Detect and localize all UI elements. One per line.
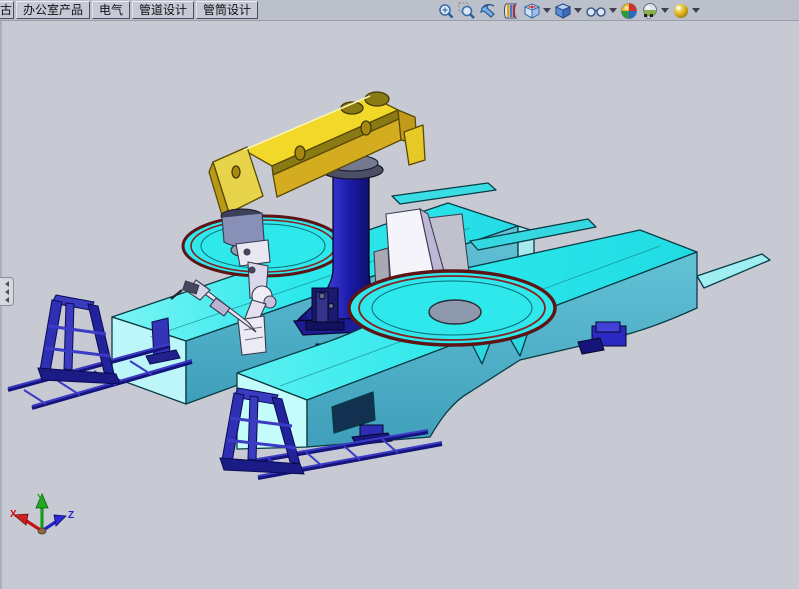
- y-axis-label: Y: [37, 493, 44, 504]
- command-tabs: 古 办公室产品 电气 管道设计 管筒设计: [0, 0, 260, 20]
- tab-tubing-design[interactable]: 管筒设计: [196, 1, 258, 19]
- application-window: X Y Z 古 办公室产品 电气 管道设计 管筒设计: [0, 0, 799, 589]
- display-style-icon[interactable]: [554, 2, 582, 20]
- collapse-arrow-icon: [5, 297, 9, 303]
- right-turntable-ring[interactable]: [349, 271, 555, 345]
- robot-elbow-cap: [264, 296, 276, 308]
- x-axis-label: X: [10, 509, 17, 520]
- section-view-icon[interactable]: [502, 2, 520, 20]
- apply-scene-dropdown[interactable]: [661, 8, 669, 13]
- z-axis-label: Z: [68, 510, 74, 521]
- command-bar: 古 办公室产品 电气 管道设计 管筒设计: [0, 0, 799, 21]
- heads-up-toolbar: [437, 1, 703, 20]
- boom-side-hole-2: [361, 121, 371, 135]
- display-style-dropdown[interactable]: [574, 8, 582, 13]
- panel-collapse-handle[interactable]: [0, 277, 14, 306]
- robot-shoulder: [236, 240, 270, 266]
- tab-electrical[interactable]: 电气: [92, 1, 130, 19]
- aframe-inner-post: [64, 303, 74, 370]
- previous-view-icon[interactable]: [479, 2, 499, 20]
- tab-clipped[interactable]: 古: [0, 1, 14, 19]
- joint-dot-1: [249, 267, 255, 273]
- apply-scene-icon[interactable]: [641, 2, 669, 20]
- boom-top-hole-2: [365, 92, 389, 106]
- aframe-inner-post: [248, 396, 258, 460]
- view-settings-icon[interactable]: [672, 2, 700, 20]
- zoom-to-area-icon[interactable]: [458, 2, 476, 20]
- column-motor-unit: [306, 288, 344, 330]
- collapse-arrow-icon: [5, 289, 9, 295]
- triad-origin: [38, 528, 46, 534]
- tab-office-products[interactable]: 办公室产品: [16, 1, 90, 19]
- joint-dot-2: [244, 249, 250, 255]
- boom-side-hole-1: [295, 146, 305, 160]
- graphics-viewport[interactable]: X Y Z: [0, 0, 799, 589]
- collapse-arrow-icon: [5, 281, 9, 287]
- edit-appearance-icon[interactable]: [620, 2, 638, 20]
- view-settings-dropdown[interactable]: [692, 8, 700, 13]
- tab-piping-design[interactable]: 管道设计: [132, 1, 194, 19]
- ring-center-hole: [429, 300, 481, 324]
- hide-show-items-icon[interactable]: [585, 2, 617, 20]
- zoom-to-fit-icon[interactable]: [437, 2, 455, 20]
- hide-show-dropdown[interactable]: [609, 8, 617, 13]
- boom-bend-hole: [232, 166, 240, 178]
- view-orientation-dropdown[interactable]: [543, 8, 551, 13]
- view-orientation-icon[interactable]: [523, 2, 551, 20]
